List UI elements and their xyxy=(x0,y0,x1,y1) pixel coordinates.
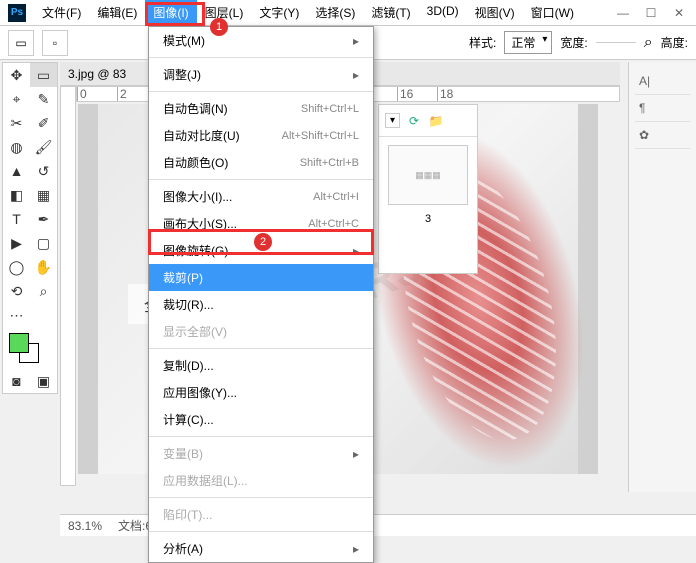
close-button[interactable]: ✕ xyxy=(666,4,692,22)
refresh-icon[interactable]: ⟳ xyxy=(406,113,422,129)
lasso-tool[interactable]: ⌖ xyxy=(3,87,30,111)
stamp-tool[interactable]: ▲ xyxy=(3,159,30,183)
menu-item-变量B: 变量(B) xyxy=(149,440,373,467)
type-tool[interactable]: T xyxy=(3,207,30,231)
eraser-tool[interactable]: ◧ xyxy=(3,183,30,207)
gradient-tool[interactable]: ▦ xyxy=(30,183,57,207)
file-thumbnail-label: 3 xyxy=(379,213,477,225)
menu-窗口[interactable]: 窗口(W) xyxy=(523,0,582,25)
ellipse-tool[interactable]: ◯ xyxy=(3,255,30,279)
style-label: 样式: xyxy=(469,34,496,51)
menu-item-模式M[interactable]: 模式(M) xyxy=(149,27,373,54)
menu-视图[interactable]: 视图(V) xyxy=(467,0,523,25)
menu-item-陷印T: 陷印(T)... xyxy=(149,501,373,528)
brush-tool[interactable]: 🖌 xyxy=(30,135,57,159)
menu-item-显示全部V: 显示全部(V) xyxy=(149,318,373,345)
edit-toolbar[interactable]: ⋯ xyxy=(3,303,30,327)
zoom-level[interactable]: 83.1% xyxy=(68,519,102,533)
badge-2: 2 xyxy=(254,233,272,251)
hand-tool[interactable]: ✋ xyxy=(30,255,57,279)
menu-item-复制D[interactable]: 复制(D)... xyxy=(149,352,373,379)
color-swatch[interactable] xyxy=(9,333,39,363)
menu-文字[interactable]: 文字(Y) xyxy=(251,0,307,25)
window-controls: — ☐ ✕ xyxy=(610,4,696,22)
menu-item-分析A[interactable]: 分析(A) xyxy=(149,535,373,562)
menu-图像[interactable]: 图像(I) xyxy=(145,0,196,25)
file-browser-panel: ▾ ⟳ 📁 ▦▦▦ 3 xyxy=(378,104,478,274)
rotate-tool[interactable]: ⟲ xyxy=(3,279,30,303)
menu-item-图像大小I[interactable]: 图像大小(I)...Alt+Ctrl+I xyxy=(149,183,373,210)
screen-mode-tool[interactable]: ▣ xyxy=(30,369,57,393)
ps-logo: Ps xyxy=(8,4,26,22)
quick-mask-tool[interactable]: ◙ xyxy=(3,369,30,393)
menu-item-应用图像Y[interactable]: 应用图像(Y)... xyxy=(149,379,373,406)
marquee-mode-icon[interactable]: ▫ xyxy=(42,30,68,56)
move-tool[interactable]: ✥ xyxy=(3,63,30,87)
marquee-tool[interactable]: ▭ xyxy=(30,63,57,87)
shape-tool[interactable]: ▢ xyxy=(30,231,57,255)
eyedropper-tool[interactable]: ✐ xyxy=(30,111,57,135)
right-panel: A| ¶ ✿ xyxy=(628,62,696,492)
style-select[interactable]: 正常 xyxy=(504,31,552,54)
width-label: 宽度: xyxy=(560,34,587,51)
image-menu-dropdown: 模式(M) 调整(J) 自动色调(N)Shift+Ctrl+L自动对比度(U)Alt… xyxy=(148,26,374,563)
zoom-tool[interactable]: ⌕ xyxy=(30,279,57,303)
menu-item-调整J[interactable]: 调整(J) xyxy=(149,61,373,88)
swatches-panel-icon[interactable]: ✿ xyxy=(635,122,690,149)
maximize-button[interactable]: ☐ xyxy=(638,4,664,22)
menu-滤镜[interactable]: 滤镜(T) xyxy=(363,0,418,25)
menu-选择[interactable]: 选择(S) xyxy=(307,0,363,25)
menu-item-自动色调N[interactable]: 自动色调(N)Shift+Ctrl+L xyxy=(149,95,373,122)
pen-tool[interactable]: ✒ xyxy=(30,207,57,231)
up-folder-icon[interactable]: 📁 xyxy=(428,113,444,129)
healing-tool[interactable]: ◍ xyxy=(3,135,30,159)
toolbox: ✥▭ ⌖✎ ✂✐ ◍🖌 ▲↺ ◧▦ T✒ ▶▢ ◯✋ ⟲⌕ ⋯ ◙▣ xyxy=(2,62,58,394)
menubar: Ps 文件(F)编辑(E)图像(I)图层(L)文字(Y)选择(S)滤镜(T)3D… xyxy=(0,0,696,26)
menu-item-自动颜色O[interactable]: 自动颜色(O)Shift+Ctrl+B xyxy=(149,149,373,176)
back-button[interactable]: ▾ xyxy=(385,113,400,128)
minimize-button[interactable]: — xyxy=(610,4,636,22)
file-thumbnail[interactable]: ▦▦▦ xyxy=(388,145,468,205)
menu-3D[interactable]: 3D(D) xyxy=(419,0,467,25)
document-tab[interactable]: 3.jpg @ 83 xyxy=(68,67,126,81)
height-label: 高度: xyxy=(661,34,688,51)
tool-preset-icon[interactable]: ▭ xyxy=(8,30,34,56)
badge-1: 1 xyxy=(210,18,228,36)
search-icon[interactable]: ⌕ xyxy=(644,34,653,52)
menu-item-裁切R[interactable]: 裁切(R)... xyxy=(149,291,373,318)
ruler-vertical xyxy=(60,86,76,486)
menu-item-裁剪P[interactable]: 裁剪(P) xyxy=(149,264,373,291)
paragraph-panel-icon[interactable]: ¶ xyxy=(635,95,690,122)
menu-item-自动对比度U[interactable]: 自动对比度(U)Alt+Shift+Ctrl+L xyxy=(149,122,373,149)
menu-item-应用数据组L: 应用数据组(L)... xyxy=(149,467,373,494)
quick-select-tool[interactable]: ✎ xyxy=(30,87,57,111)
path-select-tool[interactable]: ▶ xyxy=(3,231,30,255)
menu-文件[interactable]: 文件(F) xyxy=(34,0,89,25)
character-panel-icon[interactable]: A| xyxy=(635,68,690,95)
crop-tool[interactable]: ✂ xyxy=(3,111,30,135)
history-brush-tool[interactable]: ↺ xyxy=(30,159,57,183)
fg-color[interactable] xyxy=(9,333,29,353)
menu-item-计算C[interactable]: 计算(C)... xyxy=(149,406,373,433)
width-input[interactable] xyxy=(596,42,636,43)
menu-编辑[interactable]: 编辑(E) xyxy=(89,0,145,25)
